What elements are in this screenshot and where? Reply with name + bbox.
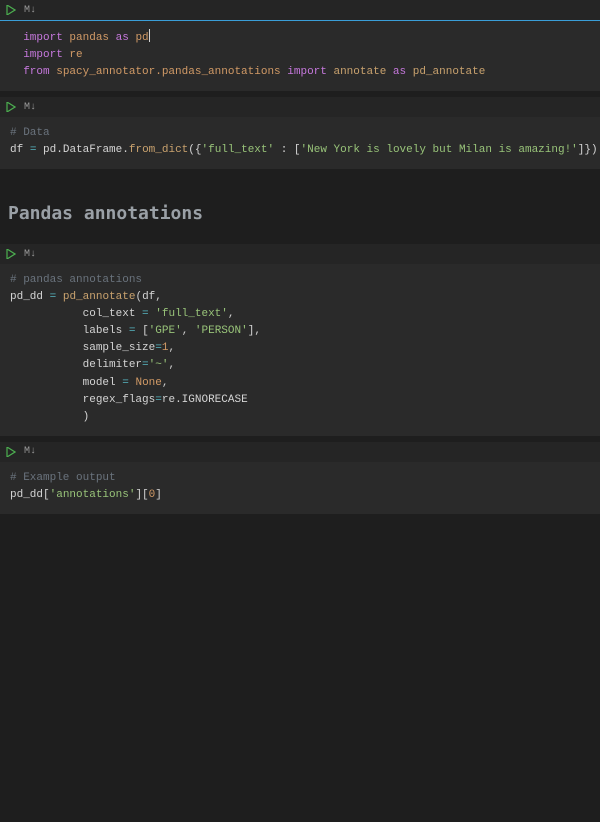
play-icon[interactable]: [6, 447, 16, 457]
code-editor[interactable]: # pandas annotationspd_dd = pd_annotate(…: [0, 264, 600, 435]
markdown-toggle[interactable]: M↓: [24, 446, 36, 457]
play-icon[interactable]: [6, 5, 16, 15]
text-cursor: [149, 29, 150, 42]
code-cell-3: M↓ # pandas annotationspd_dd = pd_annota…: [0, 244, 600, 435]
code-cell-2: M↓ # Datadf = pd.DataFrame.from_dict({'f…: [0, 97, 600, 169]
cell-toolbar: M↓: [0, 244, 600, 264]
section-heading: Pandas annotations: [0, 175, 600, 244]
markdown-toggle[interactable]: M↓: [24, 102, 36, 113]
play-icon[interactable]: [6, 102, 16, 112]
cell-toolbar: M↓: [0, 442, 600, 462]
markdown-toggle[interactable]: M↓: [24, 249, 36, 260]
code-editor[interactable]: # Datadf = pd.DataFrame.from_dict({'full…: [0, 117, 600, 169]
code-cell-4: M↓ # Example outputpd_dd['annotations'][…: [0, 442, 600, 514]
markdown-toggle[interactable]: M↓: [24, 5, 36, 16]
code-cell-1: M↓ import pandas as pd import re from sp…: [0, 0, 600, 91]
code-editor[interactable]: import pandas as pd import re from spacy…: [0, 20, 600, 91]
cell-toolbar: M↓: [0, 0, 600, 20]
cell-toolbar: M↓: [0, 97, 600, 117]
code-editor[interactable]: # Example outputpd_dd['annotations'][0]: [0, 462, 600, 514]
play-icon[interactable]: [6, 249, 16, 259]
